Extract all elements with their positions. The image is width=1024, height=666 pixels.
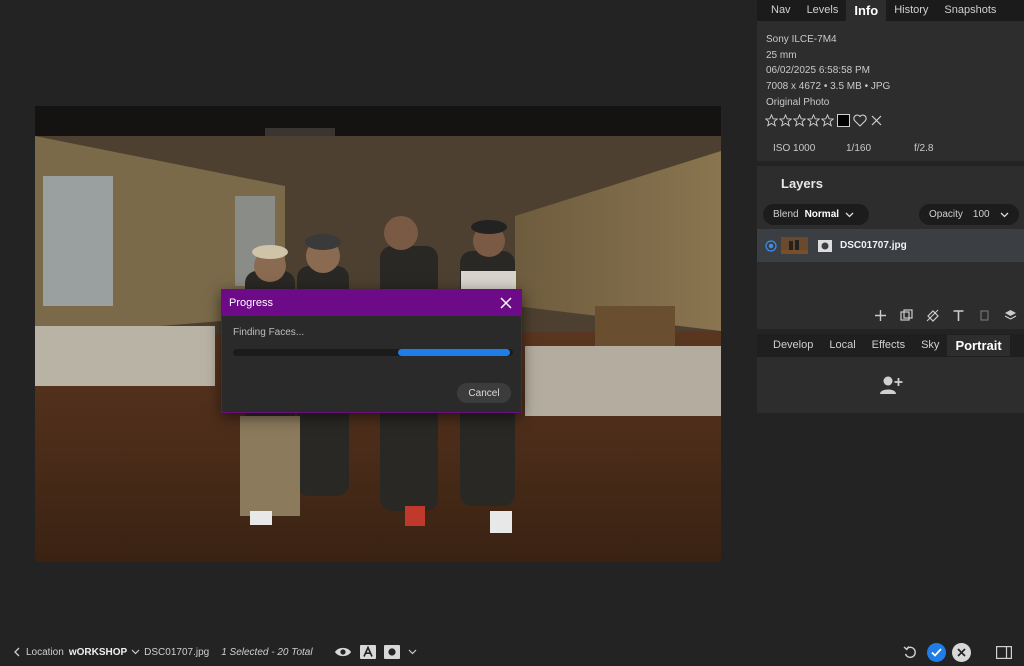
camera-model: Sony ILCE-7M4 xyxy=(766,34,837,45)
tab-history[interactable]: History xyxy=(886,0,936,21)
shutter-value: 1/160 xyxy=(846,143,872,154)
right-panel: Nav Levels Info History Snapshots Sony I… xyxy=(757,0,1024,636)
status-bar: Location wORKSHOP DSC01707.jpg 1 Selecte… xyxy=(0,638,1024,666)
progress-status-text: Finding Faces... xyxy=(233,327,305,338)
star-icon[interactable] xyxy=(779,114,792,127)
edit-tabbar: Develop Local Effects Sky Portrait xyxy=(757,334,1024,357)
blend-label: Blend xyxy=(773,209,799,220)
layer-visibility-icon[interactable] xyxy=(765,239,777,252)
star-icon[interactable] xyxy=(807,114,820,127)
chevron-down-icon xyxy=(1000,212,1009,217)
cancel-button[interactable]: Cancel xyxy=(457,383,511,403)
chevron-down-icon xyxy=(845,212,854,217)
add-layer-icon[interactable] xyxy=(873,308,888,323)
star-icon[interactable] xyxy=(793,114,806,127)
iso-value: ISO 1000 xyxy=(773,143,816,154)
close-icon[interactable] xyxy=(499,296,513,310)
tab-info[interactable]: Info xyxy=(846,0,887,21)
progress-bar-fill xyxy=(398,349,510,356)
x-icon xyxy=(957,647,966,657)
text-layer-icon[interactable] xyxy=(951,308,966,323)
layer-row[interactable]: DSC01707.jpg xyxy=(757,229,1024,262)
discard-button[interactable] xyxy=(952,642,971,662)
blend-mode-dropdown[interactable]: Blend Normal xyxy=(763,204,869,225)
apply-button[interactable] xyxy=(927,642,946,662)
tab-effects[interactable]: Effects xyxy=(864,335,913,356)
tab-local[interactable]: Local xyxy=(821,335,863,356)
chevron-down-icon[interactable] xyxy=(408,649,417,655)
image-dimensions: 7008 x 4672 • 3.5 MB • JPG xyxy=(766,81,891,93)
dialog-header: Progress xyxy=(222,290,521,316)
layer-mask-icon[interactable] xyxy=(818,239,832,252)
progress-dialog: Progress Finding Faces... Cancel xyxy=(221,289,522,413)
current-filename: DSC01707.jpg xyxy=(144,646,210,658)
layer-thumbnail xyxy=(781,237,808,254)
photo-label: Original Photo xyxy=(766,96,830,108)
portrait-body xyxy=(757,357,1024,413)
focal-length: 25 mm xyxy=(766,49,797,61)
color-label-icon[interactable] xyxy=(837,114,850,128)
chevron-down-icon[interactable] xyxy=(131,649,140,655)
eye-icon[interactable] xyxy=(334,646,352,658)
tab-snapshots[interactable]: Snapshots xyxy=(936,0,1004,21)
capture-datetime: 06/02/2025 6:58:58 PM xyxy=(766,65,870,77)
tab-levels[interactable]: Levels xyxy=(799,0,847,21)
mask-view-icon[interactable] xyxy=(383,645,400,659)
fill-layer-icon[interactable] xyxy=(925,308,940,323)
dialog-title: Progress xyxy=(229,297,274,309)
star-icon[interactable] xyxy=(765,114,778,127)
location-value[interactable]: wORKSHOP xyxy=(69,647,127,658)
top-tabbar: Nav Levels Info History Snapshots xyxy=(757,0,1024,21)
check-icon xyxy=(931,647,942,657)
tab-nav[interactable]: Nav xyxy=(763,0,799,21)
progress-bar xyxy=(233,349,513,356)
opacity-value: 100 xyxy=(972,209,990,220)
chevron-left-icon[interactable] xyxy=(12,647,22,657)
rating-row xyxy=(757,113,1024,129)
opacity-label: Opacity xyxy=(929,209,963,220)
blend-value: Normal xyxy=(804,209,840,220)
duplicate-layer-icon[interactable] xyxy=(899,308,914,323)
aperture-value: f/2.8 xyxy=(914,143,934,154)
auto-adjust-icon[interactable] xyxy=(359,645,376,659)
mask-layer-icon[interactable] xyxy=(977,308,992,323)
heart-icon[interactable] xyxy=(853,114,867,127)
layer-name: DSC01707.jpg xyxy=(840,240,907,251)
layers-title: Layers xyxy=(781,176,823,191)
location-label: Location xyxy=(26,646,64,658)
add-person-icon[interactable] xyxy=(879,375,903,395)
panel-toggle-icon[interactable] xyxy=(996,645,1012,659)
undo-icon[interactable] xyxy=(903,645,917,659)
selection-count: 1 Selected - 20 Total xyxy=(221,646,313,658)
tab-develop[interactable]: Develop xyxy=(765,335,821,356)
tab-portrait[interactable]: Portrait xyxy=(947,335,1010,356)
tab-sky[interactable]: Sky xyxy=(913,335,947,356)
layer-toolbar xyxy=(873,308,1018,323)
stack-layers-icon[interactable] xyxy=(1003,308,1018,323)
layers-panel: Layers Blend Normal Opacity 100 DSC01707… xyxy=(757,166,1024,329)
reject-icon[interactable] xyxy=(870,114,883,127)
opacity-dropdown[interactable]: Opacity 100 xyxy=(919,204,1019,225)
canvas-area: Progress Finding Faces... Cancel xyxy=(0,0,756,636)
star-icon[interactable] xyxy=(821,114,834,127)
info-panel: Sony ILCE-7M4 25 mm 06/02/2025 6:58:58 P… xyxy=(757,21,1024,161)
edit-panel: Develop Local Effects Sky Portrait xyxy=(757,334,1024,414)
